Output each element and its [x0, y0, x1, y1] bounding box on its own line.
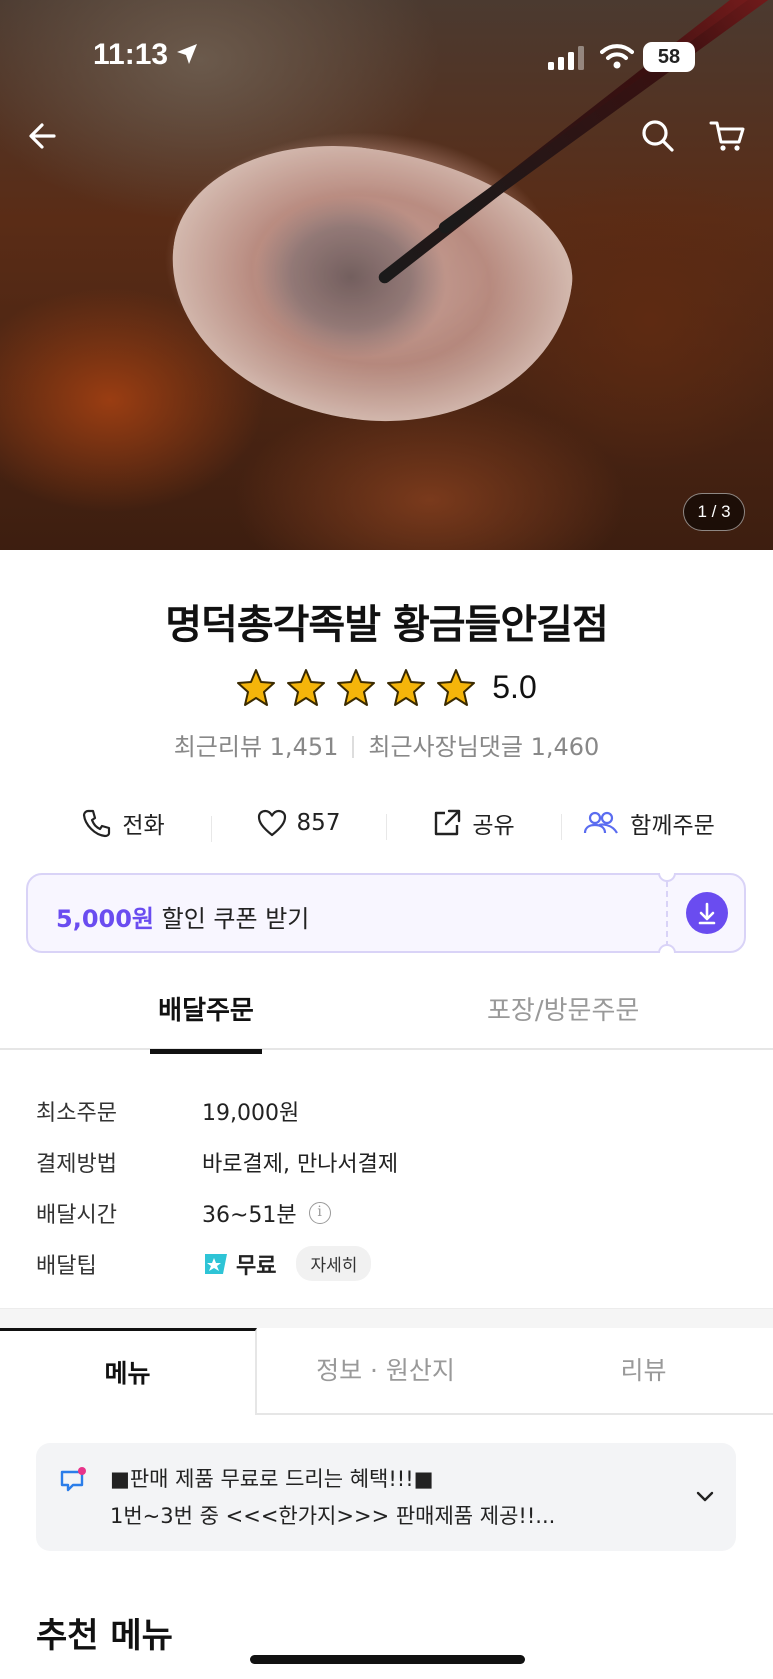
owner-notice[interactable]: ■판매 제품 무료로 드리는 혜택!!!■ 1번~3번 중 <<<한가지>>> …: [36, 1443, 736, 1551]
rating-value: 5.0: [492, 668, 537, 705]
chevron-down-icon[interactable]: [690, 1481, 720, 1511]
coupon-notch: [658, 944, 676, 953]
notice-chat-icon: [60, 1467, 86, 1492]
tab-reviews[interactable]: 리뷰: [515, 1328, 772, 1413]
coupon-banner[interactable]: 5,000원 할인 쿠폰 받기: [26, 873, 746, 953]
wifi-icon: [600, 44, 634, 69]
min-order-row: 최소주문 19,000원: [36, 1085, 736, 1136]
recent-reviews-count[interactable]: 최근리뷰 1,451: [174, 733, 339, 761]
recommended-menu-title: 추천 메뉴: [36, 1616, 173, 1656]
coupon-divider: [666, 881, 668, 947]
like-button[interactable]: 857: [211, 808, 386, 842]
group-order-button[interactable]: 함께주문: [561, 806, 736, 840]
star-icon: [237, 669, 276, 706]
delivery-tip-row: 배달팁 무료 자세히: [36, 1238, 736, 1289]
coupon-text: 5,000원 할인 쿠폰 받기: [56, 899, 309, 934]
share-button[interactable]: 공유: [386, 806, 561, 840]
tab-delivery-order[interactable]: 배달주문: [150, 990, 262, 1054]
call-button[interactable]: 전화: [36, 806, 211, 840]
free-delivery-icon: [205, 1253, 227, 1274]
tab-info-origin[interactable]: 정보 · 원산지: [257, 1328, 514, 1413]
tab-pickup-order[interactable]: 포장/방문주문: [487, 990, 639, 1027]
coupon-amount: 5,000원: [56, 905, 154, 933]
owner-comments-count[interactable]: 최근사장님댓글 1,460: [368, 733, 599, 761]
notice-line-2: 1번~3번 중 <<<한가지>>> 판매제품 제공!!...: [110, 1504, 556, 1528]
status-bar: 11:13 58: [0, 0, 773, 110]
store-name: 명덕총각족발 황금들안길점: [165, 602, 609, 648]
delivery-time-row: 배달시간 36~51분 i: [36, 1187, 736, 1238]
home-indicator[interactable]: [250, 1655, 525, 1664]
notice-line-1: ■판매 제품 무료로 드리는 혜택!!!■: [110, 1467, 434, 1491]
image-page-indicator: 1 / 3: [683, 493, 745, 531]
payment-row: 결제방법 바로결제, 만나서결제: [36, 1136, 736, 1187]
delivery-tip-label: 배달팁: [36, 1253, 97, 1279]
battery-indicator: 58: [643, 42, 695, 72]
coupon-label: 할인 쿠폰 받기: [154, 905, 310, 933]
delivery-info: 최소주문 19,000원 결제방법 바로결제, 만나서결제 배달시간 36~51…: [36, 1085, 736, 1289]
share-icon: [435, 809, 461, 836]
coupon-notch: [658, 873, 676, 882]
store-actions: 전화 857 공유 함께주문: [36, 800, 736, 846]
free-delivery-label: 무료: [236, 1253, 277, 1279]
heart-icon: [257, 809, 286, 837]
search-icon[interactable]: [638, 116, 678, 156]
call-label: 전화: [122, 813, 165, 839]
order-type-tabs: 배달주문 포장/방문주문: [0, 990, 773, 1054]
share-label: 공유: [472, 813, 515, 839]
tab-menu[interactable]: 메뉴: [0, 1328, 257, 1415]
star-icon: [437, 669, 476, 706]
cart-icon[interactable]: [708, 116, 748, 156]
payment-label: 결제방법: [36, 1151, 117, 1177]
info-icon[interactable]: i: [308, 1201, 331, 1224]
min-order-value: 19,000원: [202, 1100, 300, 1126]
section-divider: [0, 1308, 773, 1328]
rating-row[interactable]: 5.0: [0, 662, 773, 712]
delivery-time-label: 배달시간: [36, 1202, 117, 1228]
store-hero-image[interactable]: 11:13 58 1 / 3: [0, 0, 773, 550]
free-delivery-badge: 무료: [202, 1248, 276, 1280]
like-count: 857: [296, 810, 341, 836]
min-order-label: 최소주문: [36, 1100, 117, 1126]
download-icon: [698, 902, 716, 925]
delivery-tip-detail-button[interactable]: 자세히: [296, 1246, 372, 1281]
review-counts[interactable]: 최근리뷰 1,451 최근사장님댓글 1,460: [0, 727, 773, 762]
cellular-signal-icon: [548, 46, 584, 70]
group-order-label: 함께주문: [630, 813, 715, 839]
star-icon: [337, 669, 376, 706]
divider: [352, 736, 355, 758]
group-users-icon: [584, 811, 619, 834]
star-icon: [287, 669, 326, 706]
phone-icon: [83, 809, 111, 838]
delivery-tip-value-wrap: 무료 자세히: [202, 1246, 372, 1281]
location-arrow-icon: [177, 44, 197, 64]
star-icon: [387, 669, 426, 706]
back-arrow-icon[interactable]: [24, 116, 64, 156]
delivery-time-value: 36~51분: [202, 1202, 297, 1228]
main-tabs: 메뉴 정보 · 원산지 리뷰: [0, 1328, 773, 1415]
delivery-time-value-wrap: 36~51분 i: [202, 1197, 331, 1229]
coupon-download-button[interactable]: [686, 892, 728, 934]
payment-value: 바로결제, 만나서결제: [202, 1151, 399, 1177]
status-time: 11:13: [93, 38, 169, 71]
